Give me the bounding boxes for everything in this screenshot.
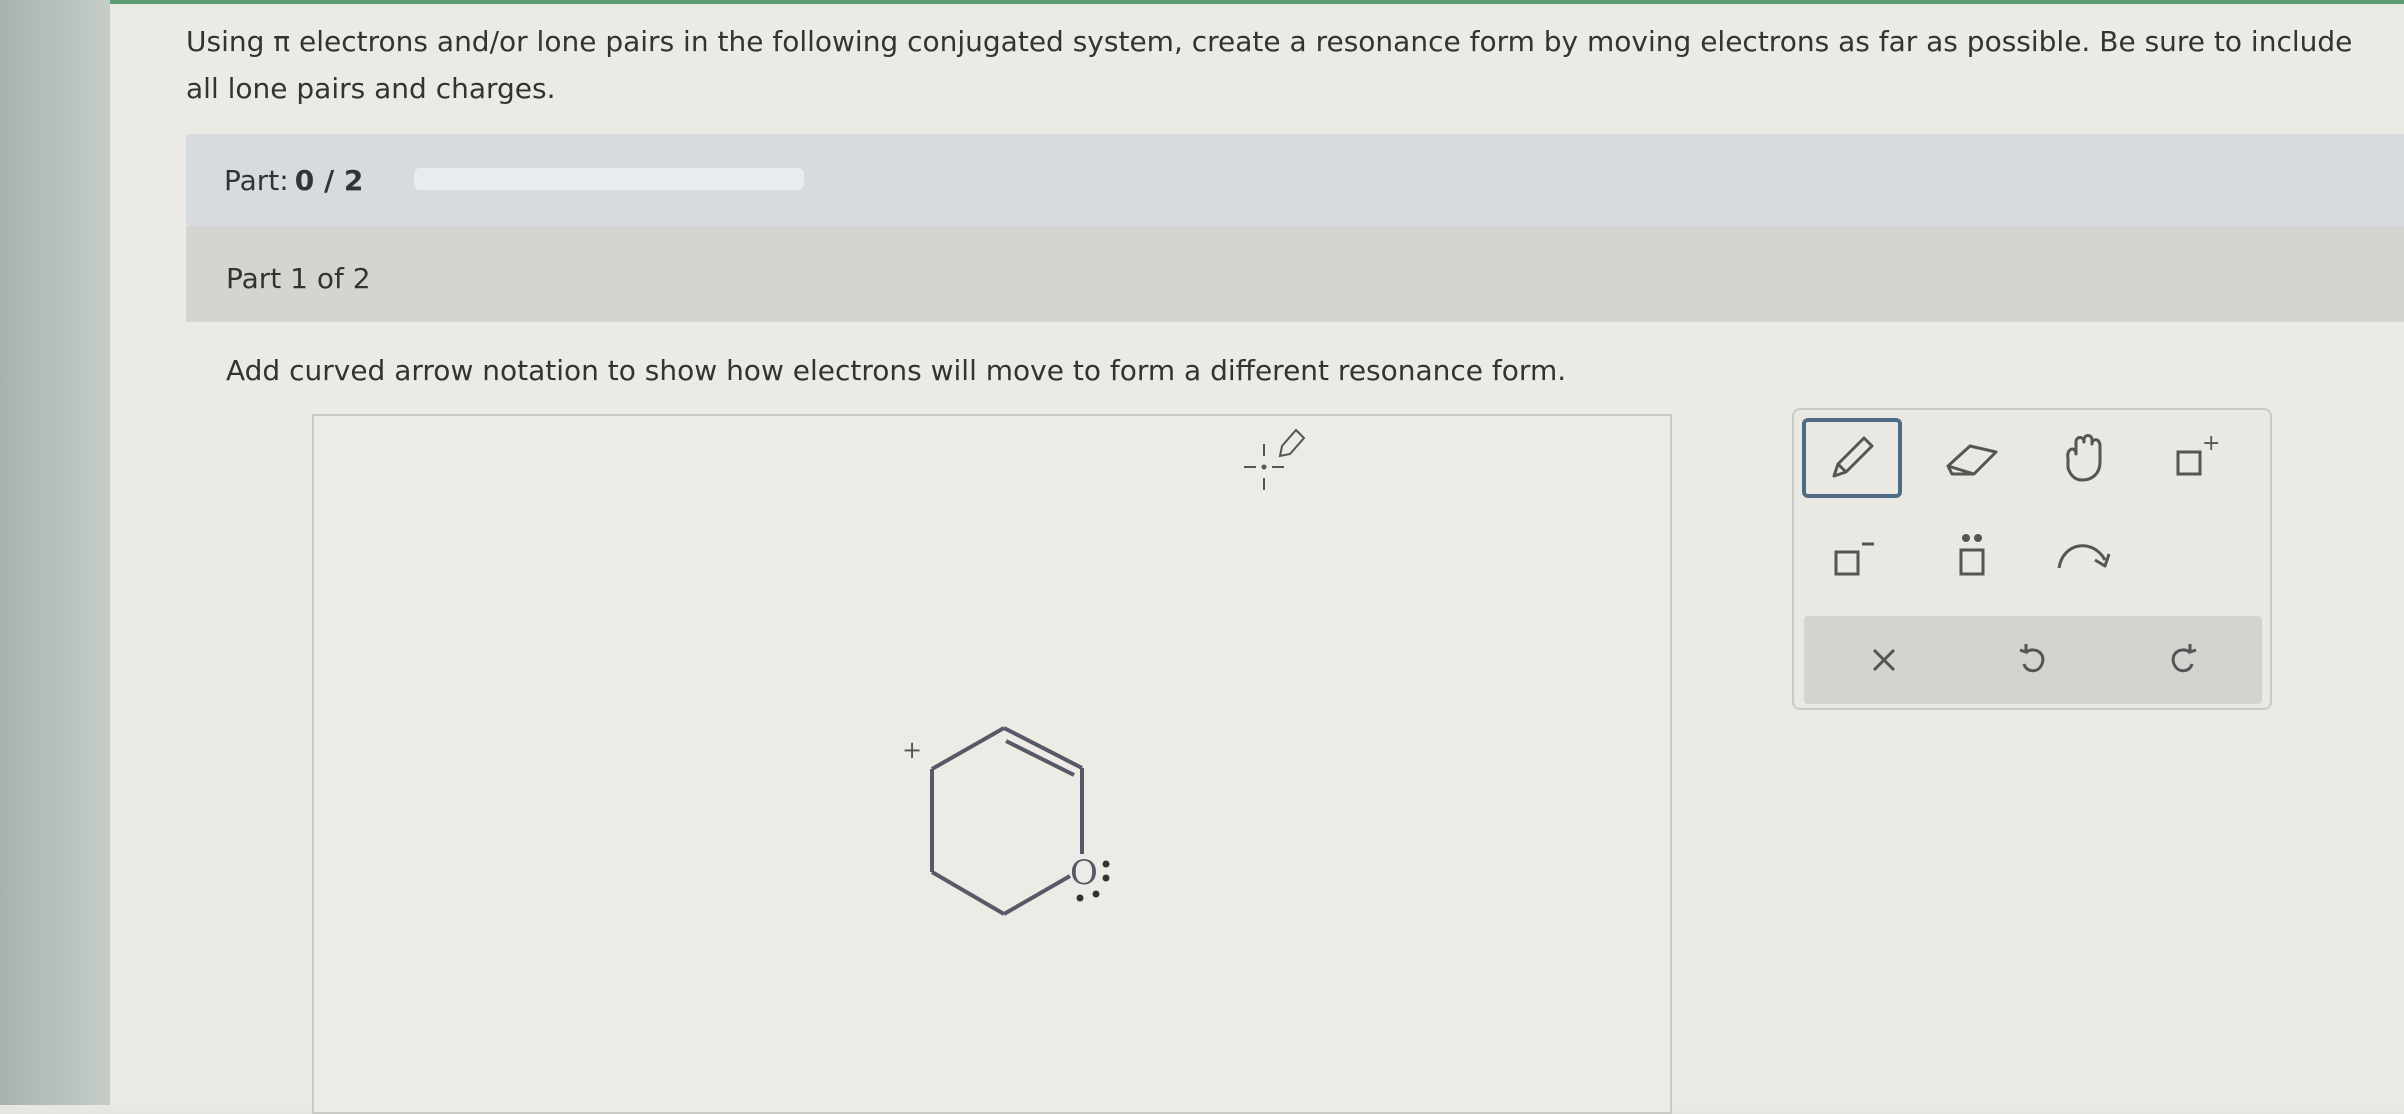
hand-icon [2066, 434, 2102, 482]
molecule-structure [930, 726, 1084, 916]
clear-icon [1872, 648, 1896, 672]
part-body: Add curved arrow notation to show how el… [186, 322, 2404, 1114]
clear-button[interactable] [1834, 620, 1934, 700]
progress-track [414, 168, 804, 190]
redo-button[interactable] [2134, 620, 2234, 700]
part-header-label: Part 1 of 2 [226, 262, 371, 295]
undo-icon [2019, 644, 2045, 673]
instruction-text: Add curved arrow notation to show how el… [226, 354, 1567, 387]
undo-button[interactable] [1982, 620, 2082, 700]
negative-charge-icon [1834, 542, 1874, 576]
negative-charge-button[interactable] [1802, 516, 1902, 596]
positive-charge-label: + [902, 736, 922, 764]
bond-ring-1 [931, 726, 1005, 771]
question-text: Using π electrons and/or lone pairs in t… [186, 25, 2353, 105]
positive-charge-button[interactable]: + [2144, 418, 2244, 498]
curved-arrow-button[interactable] [2034, 516, 2134, 596]
tool-footer [1804, 616, 2262, 704]
part-progress-prefix: Part: [224, 164, 289, 197]
bond-ring-4 [1003, 874, 1071, 916]
redo-icon [2171, 644, 2197, 673]
part-progress-bar: Part: 0 / 2 [186, 134, 2404, 226]
hand-tool-button[interactable] [2034, 418, 2134, 498]
part-header[interactable]: Part 1 of 2 [186, 226, 2404, 322]
part-progress-label: Part: 0 / 2 [224, 164, 363, 197]
svg-text:+: + [2202, 431, 2220, 456]
pencil-icon [1832, 436, 1874, 478]
drawing-canvas[interactable]: + O [312, 414, 1672, 1114]
pencil-tool-button[interactable] [1802, 418, 1902, 498]
page: Using π electrons and/or lone pairs in t… [110, 4, 2404, 1114]
left-margin [0, 0, 110, 1105]
oxygen-atom-label: O [1070, 853, 1098, 893]
tool-palette: + [1792, 408, 2272, 710]
lone-pair-button[interactable] [1922, 516, 2022, 596]
eraser-icon [1946, 444, 1998, 476]
eraser-tool-button[interactable] [1922, 418, 2022, 498]
curved-arrow-icon [2057, 544, 2111, 569]
crosshair-cursor-icon [1244, 428, 1306, 490]
bond-ring-5 [930, 870, 1006, 916]
part-progress-value: 0 / 2 [294, 164, 364, 197]
lone-pair-icon [1959, 534, 1985, 576]
positive-charge-icon: + [2176, 431, 2220, 476]
